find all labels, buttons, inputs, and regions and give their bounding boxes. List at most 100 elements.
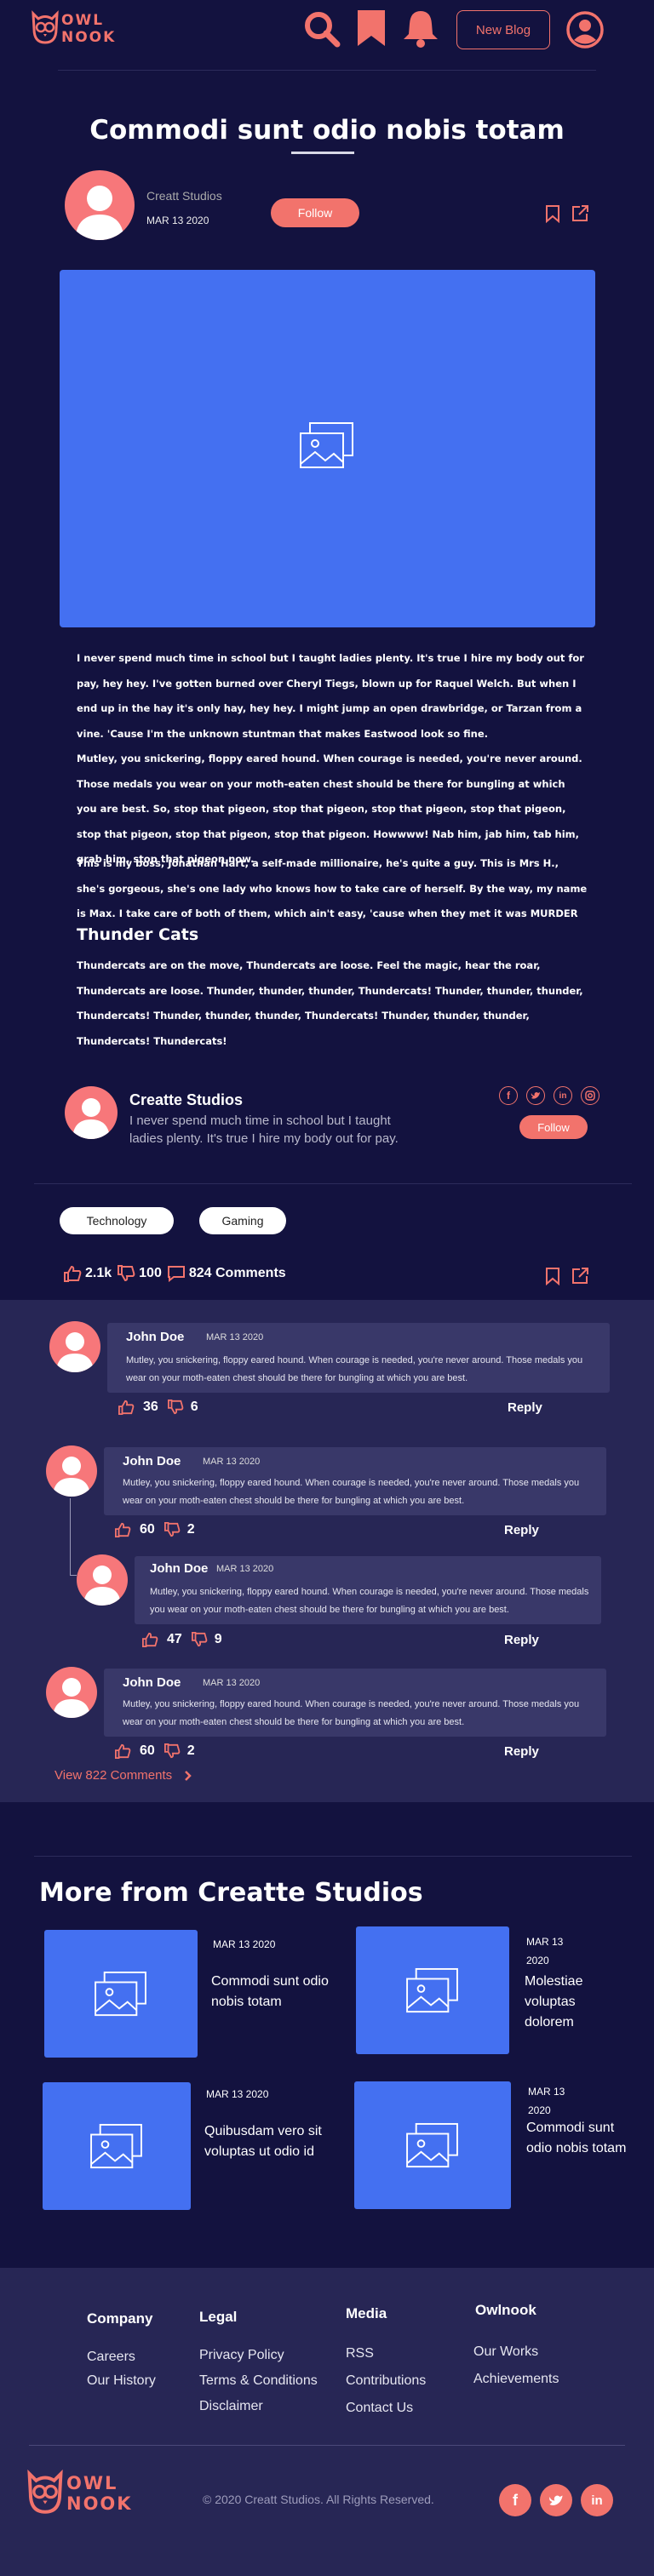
footer-link[interactable]: Contact Us bbox=[346, 2401, 413, 2416]
commenter-avatar[interactable] bbox=[46, 1445, 97, 1497]
commenter-name[interactable]: John Doe bbox=[150, 1561, 208, 1576]
reply-button[interactable]: Reply bbox=[504, 1633, 539, 1647]
comment-box: John Doe MAR 13 2020 Mutley, you snicker… bbox=[104, 1447, 606, 1515]
logo-text-line2: NOOK bbox=[61, 29, 117, 46]
twitter-icon[interactable] bbox=[526, 1086, 545, 1105]
related-post-image[interactable] bbox=[43, 2082, 191, 2210]
author-box-name[interactable]: Creatte Studios bbox=[129, 1091, 243, 1109]
footer-link[interactable]: RSS bbox=[346, 2346, 374, 2361]
follow-button[interactable]: Follow bbox=[271, 198, 359, 227]
like-icon[interactable] bbox=[114, 1743, 131, 1759]
comment-box: John Doe MAR 13 2020 Mutley, you snicker… bbox=[135, 1556, 601, 1624]
author-box-follow-button[interactable]: Follow bbox=[519, 1115, 588, 1139]
comment-date: MAR 13 2020 bbox=[203, 1678, 261, 1688]
related-post-image[interactable] bbox=[44, 1930, 198, 2058]
comment-date: MAR 13 2020 bbox=[206, 1332, 264, 1342]
comment-text: Mutley, you snickering, floppy eared hou… bbox=[123, 1699, 580, 1727]
tag-gaming[interactable]: Gaming bbox=[199, 1207, 286, 1234]
commenter-avatar[interactable] bbox=[46, 1667, 97, 1718]
reply-button[interactable]: Reply bbox=[504, 1744, 539, 1759]
section-divider bbox=[34, 1183, 632, 1184]
image-placeholder-icon bbox=[95, 1971, 146, 2017]
post-hero-image bbox=[60, 270, 595, 627]
dislike-icon[interactable] bbox=[164, 1522, 181, 1537]
view-more-comments-link[interactable]: View 822 Comments bbox=[54, 1768, 192, 1783]
linkedin-icon[interactable]: in bbox=[554, 1086, 572, 1105]
related-post-title[interactable]: Quibusdam vero sit voluptas ut odio id bbox=[204, 2121, 324, 2162]
footer-link[interactable]: Privacy Policy bbox=[199, 2348, 284, 2363]
like-icon[interactable] bbox=[118, 1400, 135, 1415]
comment-dislike-count: 2 bbox=[186, 1743, 195, 1758]
facebook-icon[interactable]: f bbox=[499, 1086, 518, 1105]
reply-button[interactable]: Reply bbox=[508, 1400, 542, 1415]
commenter-name[interactable]: John Doe bbox=[126, 1330, 184, 1344]
facebook-icon[interactable]: f bbox=[499, 2484, 531, 2516]
twitter-icon[interactable] bbox=[540, 2484, 572, 2516]
footer-link[interactable]: Careers bbox=[87, 2350, 135, 2365]
commenter-name[interactable]: John Doe bbox=[123, 1454, 181, 1468]
user-account-icon[interactable] bbox=[565, 10, 605, 49]
post-title: Commodi sunt odio nobis totam bbox=[89, 115, 565, 146]
tag-technology[interactable]: Technology bbox=[60, 1207, 174, 1234]
chevron-right-icon bbox=[185, 1770, 192, 1781]
share-icon[interactable] bbox=[571, 1267, 589, 1285]
comment-date: MAR 13 2020 bbox=[203, 1457, 261, 1467]
comment-dislike-count: 9 bbox=[214, 1632, 222, 1646]
like-icon[interactable] bbox=[114, 1522, 131, 1537]
related-post-title[interactable]: Molestiae voluptas dolorem bbox=[525, 1972, 618, 2033]
footer-link[interactable]: Contributions bbox=[346, 2373, 426, 2389]
related-post-image[interactable] bbox=[354, 2081, 511, 2209]
section-divider bbox=[34, 1856, 632, 1857]
site-logo[interactable]: OWL NOOK bbox=[31, 9, 116, 46]
post-paragraph: This is my boss, Jonathan Hart, a self-m… bbox=[77, 857, 588, 920]
logo-text-line1: OWL bbox=[66, 2473, 118, 2493]
footer-link[interactable]: Disclaimer bbox=[199, 2399, 263, 2414]
commenter-name[interactable]: John Doe bbox=[123, 1675, 181, 1690]
reply-button[interactable]: Reply bbox=[504, 1523, 539, 1537]
related-post-date: MAR 13 2020 bbox=[213, 1938, 276, 1950]
related-post-title[interactable]: Commodi sunt odio nobis totam bbox=[526, 2118, 628, 2159]
footer-divider bbox=[29, 2445, 625, 2446]
post-author[interactable]: Creatt Studios bbox=[146, 189, 222, 203]
search-icon[interactable] bbox=[303, 10, 341, 48]
comment-count[interactable]: 824 Comments bbox=[189, 1266, 286, 1281]
footer-link[interactable]: Achievements bbox=[473, 2372, 559, 2387]
post-paragraph: I never spend much time in school but I … bbox=[77, 652, 584, 740]
related-post-date: MAR 13 2020 bbox=[206, 2088, 269, 2100]
post-subheading: Thunder Cats bbox=[77, 925, 199, 944]
author-avatar[interactable] bbox=[65, 170, 135, 240]
comment-like-count: 60 bbox=[140, 1743, 155, 1758]
footer-heading-legal: Legal bbox=[199, 2309, 238, 2325]
share-icon[interactable] bbox=[571, 204, 589, 223]
footer-link[interactable]: Terms & Conditions bbox=[199, 2373, 318, 2389]
new-blog-button[interactable]: New Blog bbox=[456, 10, 550, 49]
thread-connector bbox=[70, 1575, 77, 1576]
save-post-icon[interactable] bbox=[545, 204, 560, 223]
logo-text-line1: OWL bbox=[61, 12, 105, 29]
footer-link[interactable]: Our Works bbox=[473, 2344, 538, 2360]
like-icon[interactable] bbox=[63, 1265, 82, 1282]
dislike-icon[interactable] bbox=[191, 1632, 208, 1647]
commenter-avatar[interactable] bbox=[49, 1321, 100, 1372]
like-icon[interactable] bbox=[141, 1632, 158, 1647]
dislike-icon[interactable] bbox=[167, 1400, 184, 1415]
comment-actions: 36 6 bbox=[118, 1400, 198, 1415]
author-box-avatar[interactable] bbox=[65, 1086, 118, 1139]
dislike-icon[interactable] bbox=[117, 1265, 135, 1282]
footer-logo[interactable]: OWL NOOK bbox=[26, 2467, 133, 2516]
footer-heading-owlnook: Owlnook bbox=[475, 2302, 536, 2318]
dislike-icon[interactable] bbox=[164, 1743, 181, 1759]
footer-link[interactable]: Our History bbox=[87, 2373, 156, 2389]
bookmark-icon[interactable] bbox=[356, 9, 387, 48]
instagram-icon[interactable] bbox=[581, 1086, 600, 1105]
comment-icon[interactable] bbox=[167, 1265, 186, 1282]
comment-text: Mutley, you snickering, floppy eared hou… bbox=[123, 1478, 580, 1506]
linkedin-icon[interactable]: in bbox=[581, 2484, 613, 2516]
comment-dislike-count: 6 bbox=[190, 1400, 198, 1414]
related-post-image[interactable] bbox=[356, 1926, 509, 2054]
comment-like-count: 47 bbox=[167, 1632, 182, 1646]
related-post-title[interactable]: Commodi sunt odio nobis totam bbox=[211, 1972, 330, 2012]
commenter-avatar[interactable] bbox=[77, 1554, 128, 1606]
notification-bell-icon[interactable] bbox=[402, 9, 439, 48]
save-post-icon[interactable] bbox=[545, 1267, 560, 1285]
